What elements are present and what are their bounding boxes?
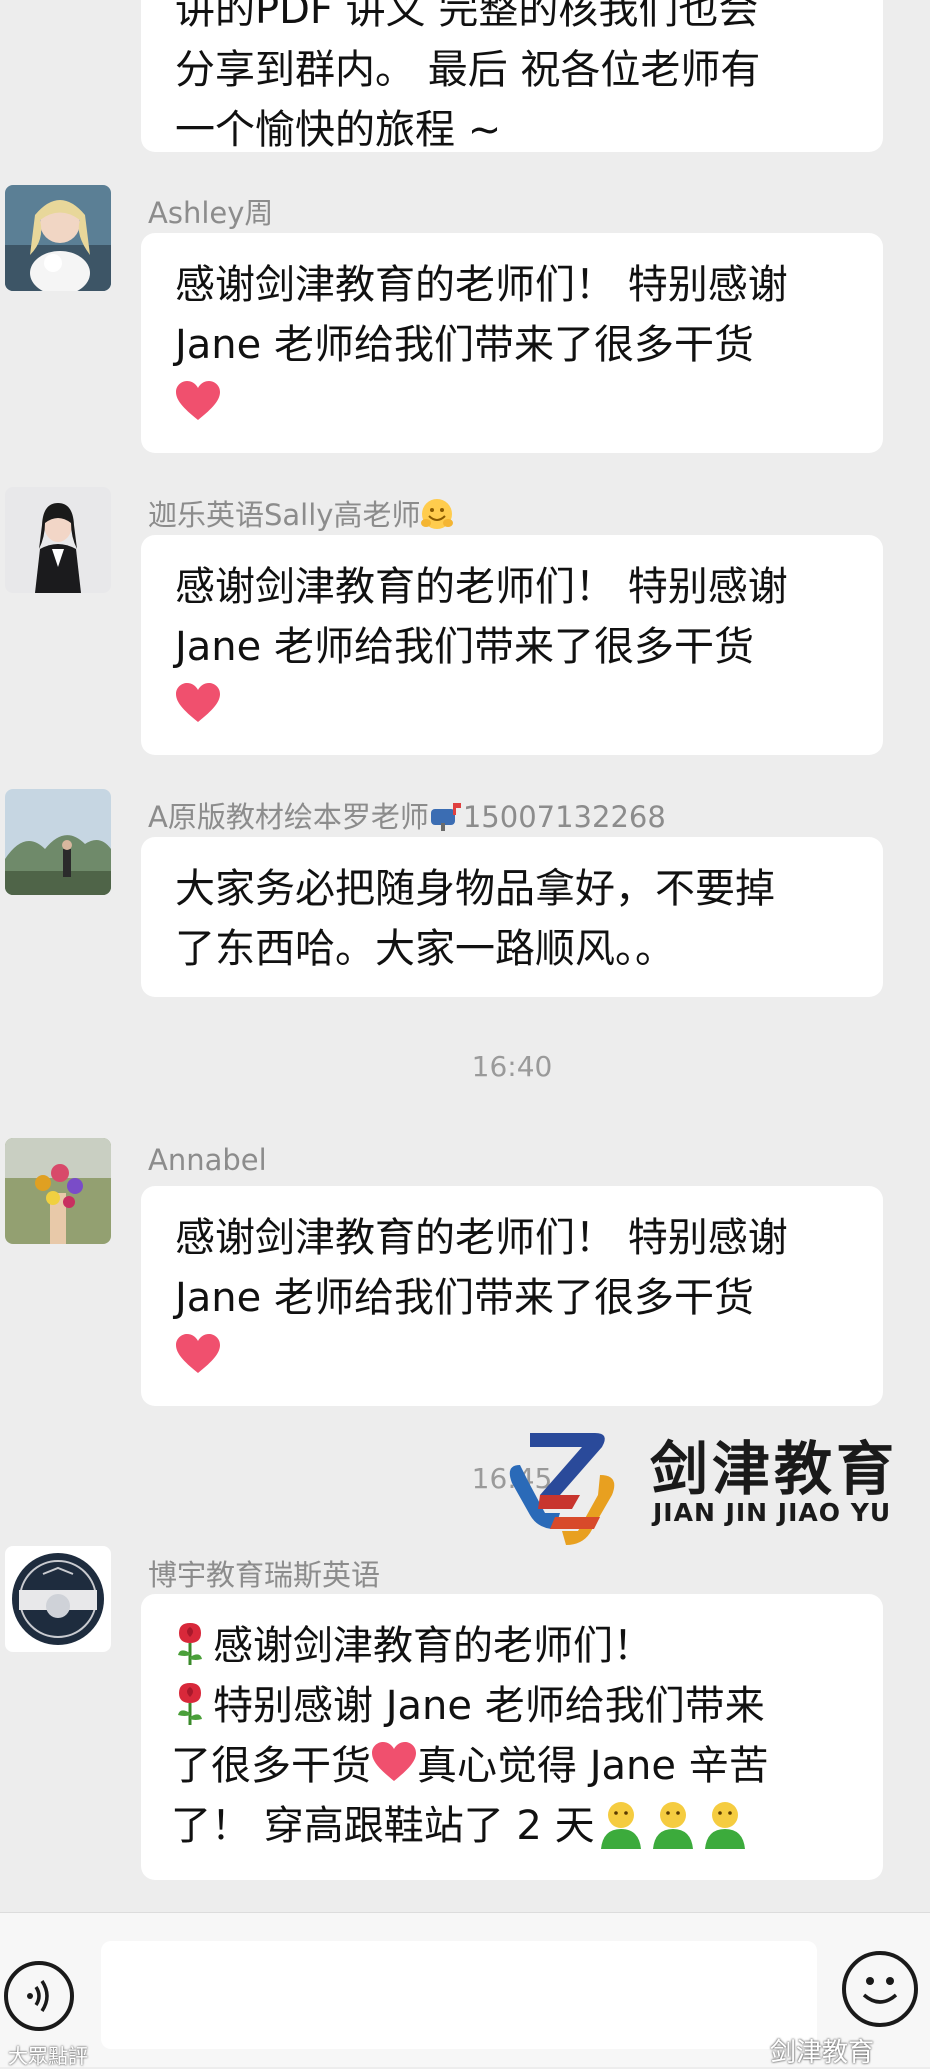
message-text: 感谢剑津教育的老师们！ 特别感谢 <box>175 262 788 308</box>
heart-emoji-icon <box>175 1332 221 1374</box>
emoji-face-icon <box>862 1977 898 2004</box>
mailbox-emoji-icon <box>429 801 463 831</box>
sender-name: 博宇教育瑞斯英语 <box>148 1558 381 1592</box>
message-text: 真心觉得 Jane 辛苦 <box>417 1743 769 1789</box>
rose-emoji-icon <box>171 1677 209 1727</box>
sender-name: Annabel <box>148 1143 267 1177</box>
sender-name: 迦乐英语Sally高老师 <box>148 492 454 534</box>
person-emoji-icon <box>647 1797 699 1849</box>
message-text: 了！ 穿高跟鞋站了 2 天 <box>171 1803 595 1849</box>
message-text: 感谢剑津教育的老师们！ 特别感谢 <box>175 1215 788 1261</box>
timestamp: 16:40 <box>471 1050 553 1083</box>
voice-icon <box>27 1980 49 2012</box>
sender-name: Ashley周 <box>148 196 274 230</box>
emoji-button[interactable] <box>842 1951 918 2027</box>
message-text: 感谢剑津教育的老师们！ <box>213 1623 653 1669</box>
message-text: 讲的PDF 讲义 完整的核我们也会 <box>175 0 759 33</box>
logo-chinese-text: 剑津教育 <box>650 1435 899 1503</box>
sender-phone-text: 15007132268 <box>462 800 666 834</box>
message-input[interactable] <box>101 1941 817 2049</box>
message-bubble[interactable]: 大家务必把随身物品拿好，不要掉 了东西哈。大家一路顺风。。 <box>141 837 883 997</box>
heart-emoji-icon <box>175 681 221 723</box>
message-text: Jane 老师给我们带来了很多干货 <box>175 1275 754 1321</box>
message-text: 感谢剑津教育的老师们！ 特别感谢 <box>175 564 788 610</box>
watermark-left: 大眾點評 <box>8 2044 88 2068</box>
message-text: Jane 老师给我们带来了很多干货 <box>175 624 754 670</box>
avatar-ashley[interactable] <box>5 185 111 291</box>
rose-emoji-icon <box>171 1617 209 1667</box>
message-bubble[interactable]: 感谢剑津教育的老师们！ 特别感谢 Jane 老师给我们带来了很多干货 <box>141 535 883 755</box>
brand-logo: 剑津教育 JIAN JIN JIAO YU <box>500 1420 930 1550</box>
watermark-right: 剑津教育 <box>770 2038 875 2068</box>
message-text: 了东西哈。大家一路顺风。。 <box>175 926 675 972</box>
message-text: 一个愉快的旅程 ~ <box>175 107 502 153</box>
chat-area[interactable]: 讲的PDF 讲义 完整的核我们也会 分享到群内。 最后 祝各位老师有 一个愉快的… <box>0 0 930 1912</box>
avatar-annabel[interactable] <box>5 1138 111 1244</box>
message-bubble[interactable]: 感谢剑津教育的老师们！ 特别感谢 Jane 老师给我们带来 了很多干货 真心觉得… <box>141 1594 883 1880</box>
message-text: 大家务必把随身物品拿好，不要掉 <box>175 866 775 912</box>
voice-input-button[interactable] <box>4 1961 74 2031</box>
logo-mark-icon <box>509 1433 615 1545</box>
message-text: Jane 老师给我们带来了很多干货 <box>175 322 754 368</box>
sender-name-text: A原版教材绘本罗老师 <box>148 800 429 834</box>
heart-emoji-icon <box>175 379 221 421</box>
message-bubble[interactable]: 讲的PDF 讲义 完整的核我们也会 分享到群内。 最后 祝各位老师有 一个愉快的… <box>141 0 883 153</box>
smiling-face-emoji-icon <box>420 497 454 531</box>
message-text: 特别感谢 Jane 老师给我们带来 <box>213 1683 765 1729</box>
avatar-luo[interactable] <box>5 789 111 895</box>
message-bubble[interactable]: 感谢剑津教育的老师们！ 特别感谢 Jane 老师给我们带来了很多干货 <box>141 1186 883 1406</box>
person-emoji-icon <box>595 1797 647 1849</box>
message-text: 了很多干货 <box>171 1743 371 1789</box>
person-emoji-icon <box>699 1797 751 1849</box>
logo-english-text: JIAN JIN JIAO YU <box>653 1498 892 1527</box>
avatar-sally[interactable] <box>5 487 111 593</box>
message-bubble[interactable]: 感谢剑津教育的老师们！ 特别感谢 Jane 老师给我们带来了很多干货 <box>141 233 883 453</box>
heart-emoji-icon <box>371 1740 417 1782</box>
avatar-boyu[interactable] <box>5 1546 111 1652</box>
sender-name-text: 迦乐英语Sally高老师 <box>148 498 421 532</box>
sender-name: A原版教材绘本罗老师 15007132268 <box>148 794 666 836</box>
message-text: 分享到群内。 最后 祝各位老师有 <box>175 47 761 93</box>
